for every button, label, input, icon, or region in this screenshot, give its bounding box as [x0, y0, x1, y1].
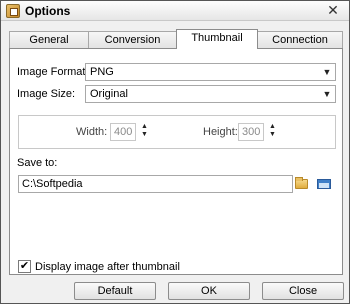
checkmark-icon: ✔: [19, 260, 30, 272]
save-to-value: C:\Softpedia: [22, 178, 83, 190]
options-dialog: Options ✕ General Conversion Thumbnail C…: [0, 0, 350, 304]
height-label: Height:: [203, 126, 238, 138]
image-format-value: PNG: [90, 66, 114, 78]
window-title: Options: [25, 4, 71, 18]
ok-button[interactable]: OK: [168, 282, 250, 300]
image-size-value: Original: [90, 88, 128, 100]
image-size-label: Image Size:: [17, 88, 76, 100]
tab-thumbnail[interactable]: Thumbnail: [176, 29, 258, 49]
width-label: Width:: [76, 126, 108, 138]
close-icon[interactable]: ✕: [325, 2, 341, 18]
dimensions-group: Width: 400 ▲ ▼ Height: 300 ▲ ▼: [18, 115, 336, 149]
width-input[interactable]: 400: [110, 123, 136, 141]
width-stepper[interactable]: ▲ ▼: [139, 123, 150, 139]
arrow-down-icon[interactable]: ▼: [139, 131, 150, 139]
default-button[interactable]: Default: [74, 282, 156, 300]
height-stepper[interactable]: ▲ ▼: [267, 123, 278, 139]
chevron-down-icon[interactable]: ▼: [319, 64, 335, 80]
arrow-up-icon[interactable]: ▲: [267, 123, 278, 131]
width-value: 400: [114, 126, 133, 138]
thumbnail-panel: Image Format: PNG ▼ Image Size: Original…: [9, 48, 343, 275]
image-format-label: Image Format:: [17, 66, 89, 78]
image-format-select[interactable]: PNG ▼: [85, 63, 336, 81]
tab-strip: General Conversion Thumbnail Connection: [9, 29, 343, 49]
save-to-label: Save to:: [17, 157, 58, 169]
display-after-checkbox[interactable]: ✔: [18, 260, 31, 273]
tab-general[interactable]: General: [9, 31, 89, 48]
arrow-up-icon[interactable]: ▲: [139, 123, 150, 131]
open-folder-button[interactable]: [314, 175, 334, 193]
arrow-down-icon[interactable]: ▼: [267, 131, 278, 139]
save-to-input[interactable]: C:\Softpedia: [18, 175, 293, 193]
tab-conversion[interactable]: Conversion: [88, 31, 177, 48]
browse-folder-button[interactable]: [292, 175, 312, 193]
title-bar[interactable]: Options ✕: [1, 1, 349, 21]
folder-icon: [295, 177, 308, 189]
window-icon: [317, 179, 331, 189]
display-after-label[interactable]: Display image after thumbnail: [35, 261, 180, 273]
height-input[interactable]: 300: [238, 123, 264, 141]
tab-connection[interactable]: Connection: [257, 31, 343, 48]
height-value: 300: [242, 126, 261, 138]
chevron-down-icon[interactable]: ▼: [319, 86, 335, 102]
image-size-select[interactable]: Original ▼: [85, 85, 336, 103]
close-button[interactable]: Close: [262, 282, 344, 300]
options-app-icon: [6, 4, 20, 18]
